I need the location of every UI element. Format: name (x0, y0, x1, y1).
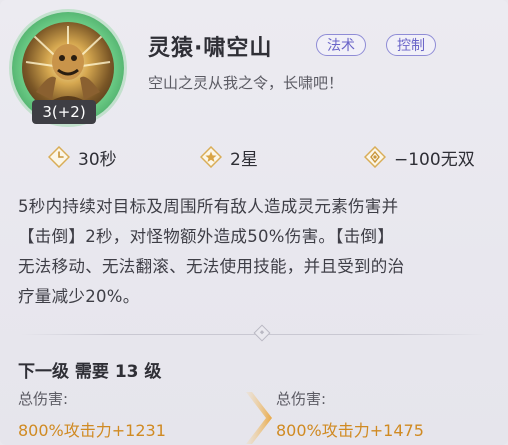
divider (20, 334, 486, 335)
star-value: 2星 (230, 149, 258, 170)
skill-name: 灵猿·啸空山 (148, 36, 273, 61)
description-line: 疗量减少20%。 (18, 287, 140, 306)
star-stat: 2星 (199, 144, 258, 170)
current-damage-value: 800%攻击力+1231 (18, 421, 166, 440)
description-line: 【击倒】2秒，对怪物额外造成50%伤害。【击倒】 (18, 227, 395, 246)
skill-tooltip-panel: 3(+2) 灵猿·啸空山 法术 控制 空山之灵从我之令，长啸吧！ 30秒 2星 (0, 0, 508, 445)
chevron-right-icon (246, 392, 272, 444)
invincibility-value: −100无双 (394, 149, 475, 170)
description-line: 无法移动、无法翻滚、无法使用技能，并且受到的治 (18, 257, 405, 276)
skill-level-badge: 3(+2) (32, 100, 96, 124)
tag-magic: 法术 (316, 34, 366, 56)
tag-control: 控制 (386, 34, 436, 56)
invincibility-stat: −100无双 (363, 144, 475, 170)
invincibility-icon (363, 145, 387, 169)
skill-description: 5秒内持续对目标及周围所有敌人造成灵元素伤害并 【击倒】2秒，对怪物额外造成50… (18, 192, 496, 312)
cooldown-value: 30秒 (78, 149, 117, 170)
clock-icon (47, 145, 71, 169)
description-line: 5秒内持续对目标及周围所有敌人造成灵元素伤害并 (18, 197, 399, 216)
current-damage-label: 总伤害: (18, 390, 69, 408)
next-damage-label: 总伤害: (276, 390, 327, 408)
skill-subtitle: 空山之灵从我之令，长啸吧！ (148, 74, 344, 92)
next-level-title: 下一级 需要 13 级 (18, 362, 162, 382)
star-icon (199, 145, 223, 169)
next-damage-value: 800%攻击力+1475 (276, 421, 424, 440)
divider-diamond-icon (253, 324, 271, 342)
cooldown-stat: 30秒 (47, 144, 117, 170)
